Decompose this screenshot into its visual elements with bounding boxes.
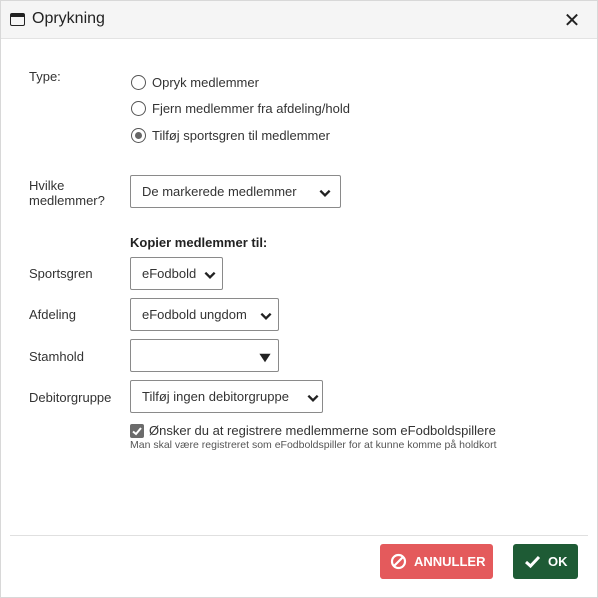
checkmark-icon xyxy=(132,427,142,436)
register-checkbox[interactable] xyxy=(130,424,144,438)
department-label: Afdeling xyxy=(29,307,76,322)
triangle-down-icon xyxy=(259,353,271,363)
type-label: Type: xyxy=(29,69,61,84)
radio-label: Tilføj sportsgren til medlemmer xyxy=(152,128,330,143)
radio-label: Opryk medlemmer xyxy=(152,75,259,90)
debtor-select[interactable]: Tilføj ingen debitorgruppe xyxy=(130,380,323,413)
which-members-label-line1: Hvilke xyxy=(29,178,65,193)
ban-icon xyxy=(390,553,407,570)
select-value: De markerede medlemmer xyxy=(142,184,297,199)
cancel-button[interactable]: ANNULLER xyxy=(380,544,493,579)
chevron-down-icon xyxy=(204,271,216,279)
sport-label: Sportsgren xyxy=(29,266,93,281)
chevron-down-icon xyxy=(260,312,272,320)
sport-select[interactable]: eFodbold xyxy=(130,257,223,290)
team-select[interactable] xyxy=(130,339,279,372)
radio-button[interactable] xyxy=(131,101,146,116)
radio-button-selected[interactable] xyxy=(131,128,146,143)
chevron-down-icon xyxy=(307,394,319,402)
select-value: eFodbold xyxy=(142,266,197,281)
close-icon[interactable]: ✕ xyxy=(562,9,582,31)
ok-label: OK xyxy=(548,554,568,569)
register-checkbox-label[interactable]: Ønsker du at registrere medlemmerne som … xyxy=(149,423,496,438)
ok-button[interactable]: OK xyxy=(513,544,578,579)
cancel-label: ANNULLER xyxy=(414,554,486,569)
chevron-down-icon xyxy=(319,189,331,197)
department-select[interactable]: eFodbold ungdom xyxy=(130,298,279,331)
select-value: eFodbold ungdom xyxy=(142,307,247,322)
footer-divider xyxy=(10,535,588,536)
register-hint: Man skal være registreret som eFodboldsp… xyxy=(130,439,497,451)
oprykning-dialog: Oprykning ✕ Type: Opryk medlemmer Fjern … xyxy=(0,0,598,598)
copy-heading: Kopier medlemmer til: xyxy=(130,235,268,250)
dialog-title: Oprykning xyxy=(32,10,105,27)
radio-label: Fjern medlemmer fra afdeling/hold xyxy=(152,101,350,116)
dialog-titlebar: Oprykning ✕ xyxy=(1,1,597,39)
team-label: Stamhold xyxy=(29,349,84,364)
debtor-label: Debitorgruppe xyxy=(29,390,112,405)
select-value: Tilføj ingen debitorgruppe xyxy=(142,389,289,404)
which-members-label-line2: medlemmer? xyxy=(29,193,105,208)
window-icon xyxy=(10,13,25,26)
radio-button[interactable] xyxy=(131,75,146,90)
which-members-select[interactable]: De markerede medlemmer xyxy=(130,175,341,208)
checkmark-icon xyxy=(525,555,541,569)
